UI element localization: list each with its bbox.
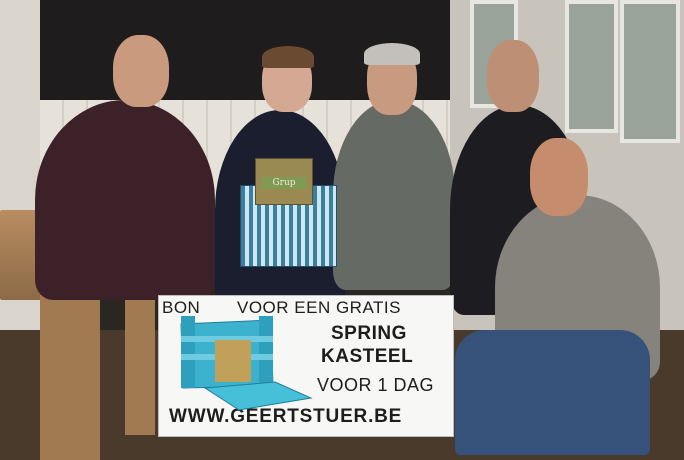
bouncy-castle-icon [180, 316, 313, 411]
person-grey-haired-man-hair [364, 43, 420, 65]
sign-text-voor-een-gratis: VOOR EEN GRATIS [237, 298, 401, 317]
person-left-man [35, 100, 215, 300]
sign-text-voor-1-dag: VOOR 1 DAG [317, 375, 435, 395]
person-grey-haired-man [333, 100, 455, 290]
voucher-sign: BON VOOR EEN GRATIS SPRING KASTEEL VOOR … [158, 295, 454, 437]
wooden-table-leg [40, 295, 100, 460]
gift-box-label: Grup [262, 177, 306, 189]
window-pane [565, 0, 618, 133]
person-woman-hair [262, 46, 314, 68]
person-kneeling-man-jeans [455, 330, 650, 455]
wooden-table-leg [125, 295, 155, 435]
photo: Grup BON VOOR EEN GRATIS SPRING KASTEEL … [0, 0, 684, 460]
small-gift-box: Grup [255, 158, 313, 205]
person-left-man-head [113, 35, 169, 107]
window-pane [620, 0, 680, 143]
sign-text-kasteel: KASTEEL [321, 346, 414, 367]
person-right-standing-man-head [487, 40, 539, 112]
sign-text-spring: SPRING [331, 323, 407, 344]
sign-text-bon: BON [162, 298, 201, 317]
person-kneeling-man-head [530, 138, 588, 216]
